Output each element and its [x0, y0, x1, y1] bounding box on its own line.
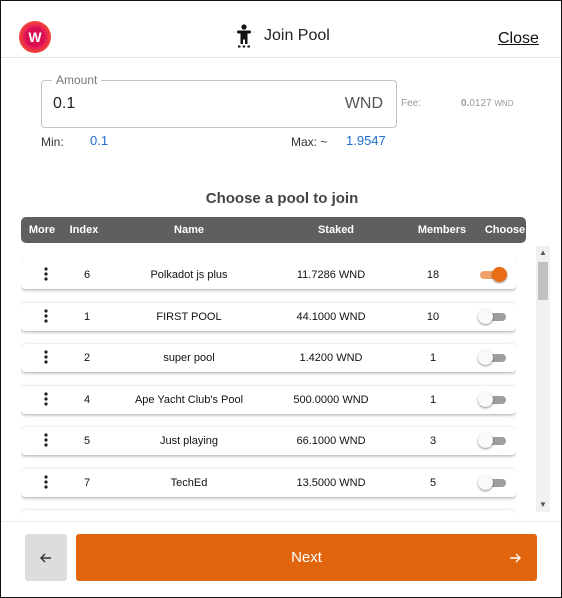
max-label: Max: ~	[291, 135, 328, 149]
toggle-knob	[478, 433, 493, 448]
table-row[interactable]: 2 super pool 1.4200 WND 1	[21, 344, 516, 372]
toggle-knob	[478, 391, 493, 407]
header-staked: Staked	[317, 224, 355, 236]
header-index: Index	[69, 224, 99, 236]
row-members: 10	[426, 310, 440, 323]
amount-input[interactable]: 0.1	[53, 95, 75, 113]
scrollbar[interactable]: ▲ ▼	[536, 246, 550, 512]
more-vert-icon[interactable]	[43, 267, 49, 281]
row-staked: 500.0000 WND	[293, 393, 369, 406]
table-row[interactable]	[21, 510, 516, 513]
fee-value: 0.0127 WND	[461, 98, 513, 109]
row-index: 5	[83, 435, 91, 447]
page-title: Join Pool	[264, 27, 330, 44]
row-index: 4	[83, 393, 91, 406]
logo: W	[19, 21, 51, 53]
toggle-knob	[478, 308, 493, 324]
footer-divider	[1, 521, 561, 522]
scroll-thumb[interactable]	[538, 262, 548, 300]
arrow-left-icon	[40, 553, 51, 562]
next-label: Next	[291, 549, 322, 566]
toggle-knob	[492, 267, 507, 282]
next-button[interactable]: Next	[76, 534, 537, 581]
table-row[interactable]: 6 Polkadot js plus 11.7286 WND 18	[21, 261, 516, 289]
choose-toggle[interactable]	[478, 267, 507, 282]
choose-toggle[interactable]	[478, 474, 506, 490]
back-button[interactable]	[25, 534, 67, 581]
more-vert-icon[interactable]	[43, 350, 49, 364]
table-row[interactable]: 7 TechEd 13.5000 WND 5	[21, 468, 516, 497]
table-row[interactable]: 4 Ape Yacht Club's Pool 500.0000 WND 1	[21, 385, 516, 414]
header: W Join Pool Close	[1, 1, 561, 58]
more-vert-icon[interactable]	[43, 433, 49, 447]
amount-label: Amount	[52, 73, 102, 87]
toggle-knob	[478, 350, 493, 365]
row-name: TechEd	[170, 476, 208, 489]
choose-toggle[interactable]	[478, 308, 506, 324]
more-vert-icon[interactable]	[43, 308, 49, 323]
pool-list[interactable]: 6 Polkadot js plus 11.7286 WND 18 1 FIRST POO…	[21, 261, 516, 513]
page-title-group: Join Pool	[235, 23, 330, 49]
row-name: Polkadot js plus	[150, 269, 228, 281]
table-row[interactable]: 5 Just playing 66.1000 WND 3	[21, 427, 516, 455]
fee-unit: WND	[494, 99, 514, 108]
row-index: 6	[83, 269, 91, 281]
close-link[interactable]: Close	[498, 30, 539, 48]
row-members: 18	[426, 269, 440, 281]
table-header: More Index Name Staked Members Choose	[21, 217, 526, 243]
arrow-right-icon	[510, 553, 521, 563]
min-label: Min:	[41, 135, 64, 149]
scroll-down-icon[interactable]: ▼	[536, 498, 550, 512]
row-name: Just playing	[159, 435, 219, 447]
row-members: 3	[429, 435, 437, 447]
section-title: Choose a pool to join	[205, 190, 359, 207]
max-value-link[interactable]: 1.9547	[346, 133, 386, 148]
row-members: 1	[429, 352, 437, 364]
fee-value-fraction: 0127	[469, 98, 492, 109]
fee-label: Fee:	[401, 98, 422, 109]
amount-unit: WND	[344, 95, 383, 112]
row-members: 1	[429, 393, 437, 406]
toggle-knob	[478, 474, 493, 490]
amount-field[interactable]: Amount 0.1 WND	[41, 73, 397, 128]
logo-letter: W	[25, 27, 45, 47]
row-name: FIRST POOL	[156, 310, 222, 323]
choose-toggle[interactable]	[478, 391, 506, 407]
min-value-link[interactable]: 0.1	[90, 133, 108, 148]
row-staked: 44.1000 WND	[296, 310, 366, 323]
header-members: Members	[417, 224, 467, 236]
header-name: Name	[174, 224, 204, 236]
row-staked: 66.1000 WND	[296, 435, 366, 447]
more-vert-icon[interactable]	[43, 391, 49, 406]
scroll-up-icon[interactable]: ▲	[536, 246, 550, 260]
person-pool-icon	[237, 24, 251, 48]
row-staked: 11.7286 WND	[296, 269, 366, 281]
row-index: 1	[83, 310, 91, 323]
choose-toggle[interactable]	[478, 433, 506, 448]
row-members: 5	[429, 476, 437, 489]
row-index: 2	[83, 352, 91, 364]
row-index: 7	[83, 476, 91, 489]
choose-toggle[interactable]	[478, 350, 506, 365]
row-staked: 1.4200 WND	[299, 352, 363, 364]
row-name: super pool	[163, 352, 215, 364]
header-choose: Choose	[484, 224, 526, 236]
table-row[interactable]: 1 FIRST POOL 44.1000 WND 10	[21, 302, 516, 331]
row-name: Ape Yacht Club's Pool	[134, 393, 244, 406]
more-vert-icon[interactable]	[43, 474, 49, 489]
header-more: More	[28, 224, 56, 236]
join-pool-window: W Join Pool Close Amount 0.1 WND Fee: 0.…	[0, 0, 562, 598]
row-staked: 13.5000 WND	[296, 476, 366, 489]
